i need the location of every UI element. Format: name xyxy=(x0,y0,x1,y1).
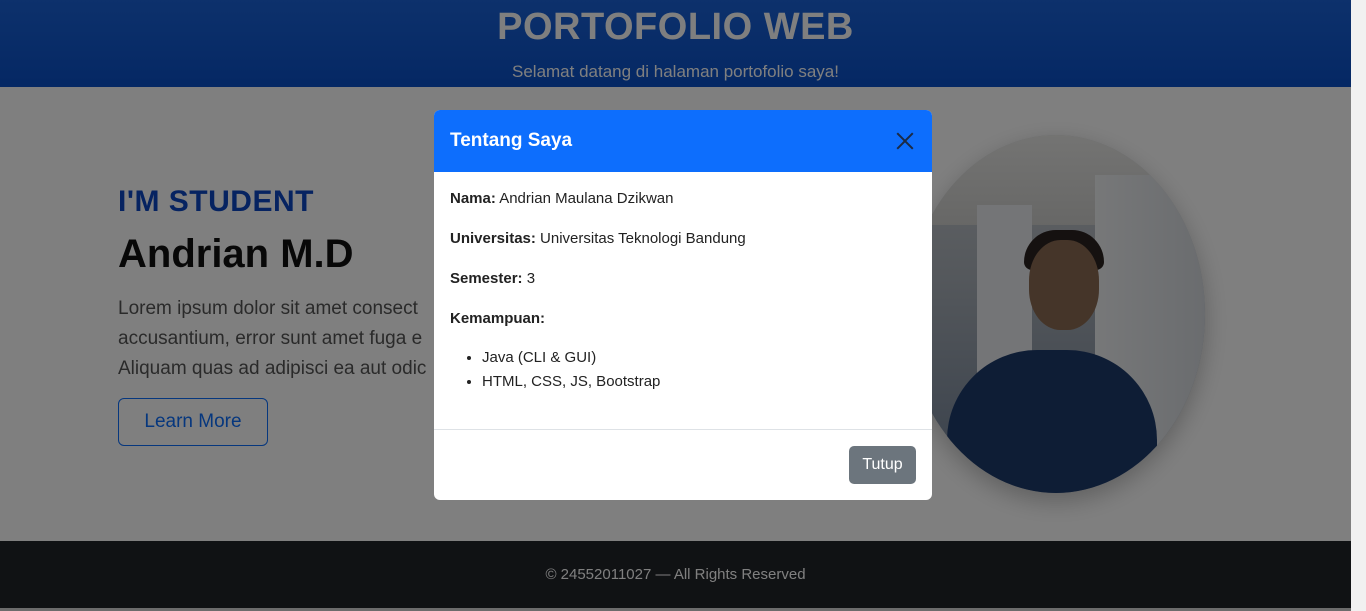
skills-list: Java (CLI & GUI) HTML, CSS, JS, Bootstra… xyxy=(450,346,916,394)
about-modal: Tentang Saya Nama: Andrian Maulana Dzikw… xyxy=(434,110,932,500)
list-item: Java (CLI & GUI) xyxy=(482,346,916,370)
modal-header: Tentang Saya xyxy=(434,110,932,172)
modal-body: Nama: Andrian Maulana Dzikwan Universita… xyxy=(434,172,932,429)
field-value: 3 xyxy=(526,270,536,287)
field-label: Nama: xyxy=(450,190,496,207)
field-label: Semester: xyxy=(450,270,523,287)
field-name: Nama: Andrian Maulana Dzikwan xyxy=(450,190,916,208)
field-label: Universitas: xyxy=(450,230,536,247)
page-scrollbar[interactable] xyxy=(1351,0,1366,611)
field-value: Andrian Maulana Dzikwan xyxy=(499,190,674,207)
field-value: Universitas Teknologi Bandung xyxy=(540,230,746,247)
close-button[interactable]: Tutup xyxy=(849,446,916,484)
field-label: Kemampuan: xyxy=(450,310,546,327)
field-skills: Kemampuan: xyxy=(450,310,916,328)
list-item: HTML, CSS, JS, Bootstrap xyxy=(482,370,916,394)
field-university: Universitas: Universitas Teknologi Bandu… xyxy=(450,230,916,248)
modal-footer: Tutup xyxy=(434,429,932,500)
modal-title: Tentang Saya xyxy=(450,130,573,151)
close-icon[interactable] xyxy=(894,130,916,152)
field-semester: Semester: 3 xyxy=(450,270,916,288)
